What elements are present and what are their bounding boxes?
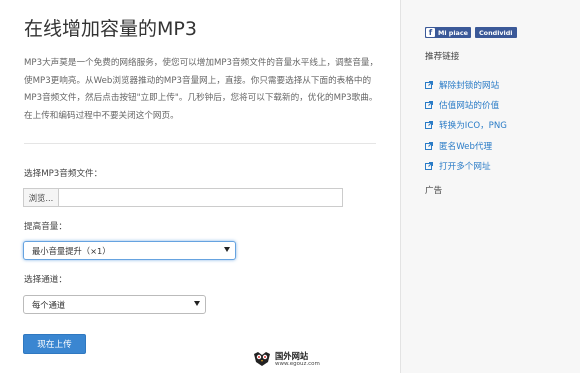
channel-select-value: 每个通道 bbox=[32, 299, 66, 310]
watermark-url: www.egouz.com bbox=[275, 360, 320, 367]
sidebar-link-label: 估值网站的价值 bbox=[439, 101, 500, 112]
channel-select[interactable]: 每个通道 bbox=[23, 295, 206, 314]
owl-logo-icon bbox=[254, 352, 270, 366]
volume-select-value: 最小音量提升（×1） bbox=[32, 245, 111, 256]
external-link-icon bbox=[425, 81, 433, 90]
description-line: 使MP3更响亮。从Web浏览器推动的MP3音量网上，直接。你只需要选择从下面的表… bbox=[24, 75, 372, 86]
sidebar-link[interactable]: 解除封锁的网站 bbox=[425, 75, 507, 95]
external-link-icon bbox=[425, 101, 433, 110]
sidebar: f Mi piace Condividi 推荐链接 解除封锁的网站 估值网站的价… bbox=[401, 0, 580, 373]
sidebar-link[interactable]: 转换为ICO，PNG bbox=[425, 115, 507, 135]
sidebar-link-label: 解除封锁的网站 bbox=[439, 81, 500, 92]
page-description: MP3大声莫是一个免费的网络服务，使您可以增加MP3音频文件的音量水平线上，调整… bbox=[24, 55, 379, 125]
facebook-like-button[interactable]: f Mi piace bbox=[425, 27, 471, 38]
watermark: 国外网站 www.egouz.com bbox=[252, 350, 320, 368]
volume-select[interactable]: 最小音量提升（×1） bbox=[23, 241, 236, 260]
facebook-like-label: Mi piace bbox=[438, 28, 468, 37]
watermark-site-name: 国外网站 bbox=[275, 350, 309, 361]
channel-label: 选择通道： bbox=[24, 275, 67, 285]
recommended-links-heading: 推荐链接 bbox=[425, 52, 460, 62]
social-share-bar: f Mi piace Condividi bbox=[425, 27, 517, 38]
ads-heading: 广告 bbox=[425, 186, 443, 196]
divider-line bbox=[24, 143, 376, 144]
file-label: 选择MP3音频文件： bbox=[24, 169, 103, 179]
sidebar-link-label: 打开多个网址 bbox=[439, 161, 491, 172]
facebook-icon: f bbox=[426, 28, 435, 37]
description-line: MP3音频文件，然后点击按钮"立即上传"。几秒钟后，您将可以下载新的，优化的MP… bbox=[24, 93, 378, 103]
description-line: MP3大声莫是一个免费的网络服务，使您可以增加MP3音频文件的音量水平线上，调整… bbox=[24, 58, 379, 68]
file-picker[interactable]: 浏览... bbox=[23, 188, 343, 207]
dropdown-arrow-icon bbox=[194, 301, 200, 306]
volume-label: 提高音量： bbox=[24, 222, 67, 232]
facebook-share-button[interactable]: Condividi bbox=[474, 27, 517, 38]
upload-now-button[interactable]: 现在上传 bbox=[23, 334, 86, 354]
external-link-icon bbox=[425, 141, 433, 150]
main-content: 在线增加容量的MP3 MP3大声莫是一个免费的网络服务，使您可以增加MP3音频文… bbox=[0, 0, 400, 373]
sidebar-link-label: 匿名Web代理 bbox=[439, 141, 493, 152]
sidebar-link[interactable]: 匿名Web代理 bbox=[425, 136, 507, 156]
file-path-field[interactable] bbox=[59, 188, 343, 207]
description-line: 在上传和编码过程中不要关闭这个网页。 bbox=[24, 110, 179, 121]
browse-button[interactable]: 浏览... bbox=[23, 188, 59, 207]
page-title: 在线增加容量的MP3 bbox=[24, 18, 197, 40]
recommended-links-list: 解除封锁的网站 估值网站的价值 转换为ICO，PNG 匿名Web代理 打开多个网… bbox=[425, 75, 507, 176]
sidebar-link[interactable]: 估值网站的价值 bbox=[425, 95, 507, 115]
external-link-icon bbox=[425, 161, 433, 170]
dropdown-arrow-icon bbox=[224, 247, 230, 252]
sidebar-link[interactable]: 打开多个网址 bbox=[425, 156, 507, 176]
sidebar-link-label: 转换为ICO，PNG bbox=[439, 121, 507, 132]
external-link-icon bbox=[425, 121, 433, 130]
